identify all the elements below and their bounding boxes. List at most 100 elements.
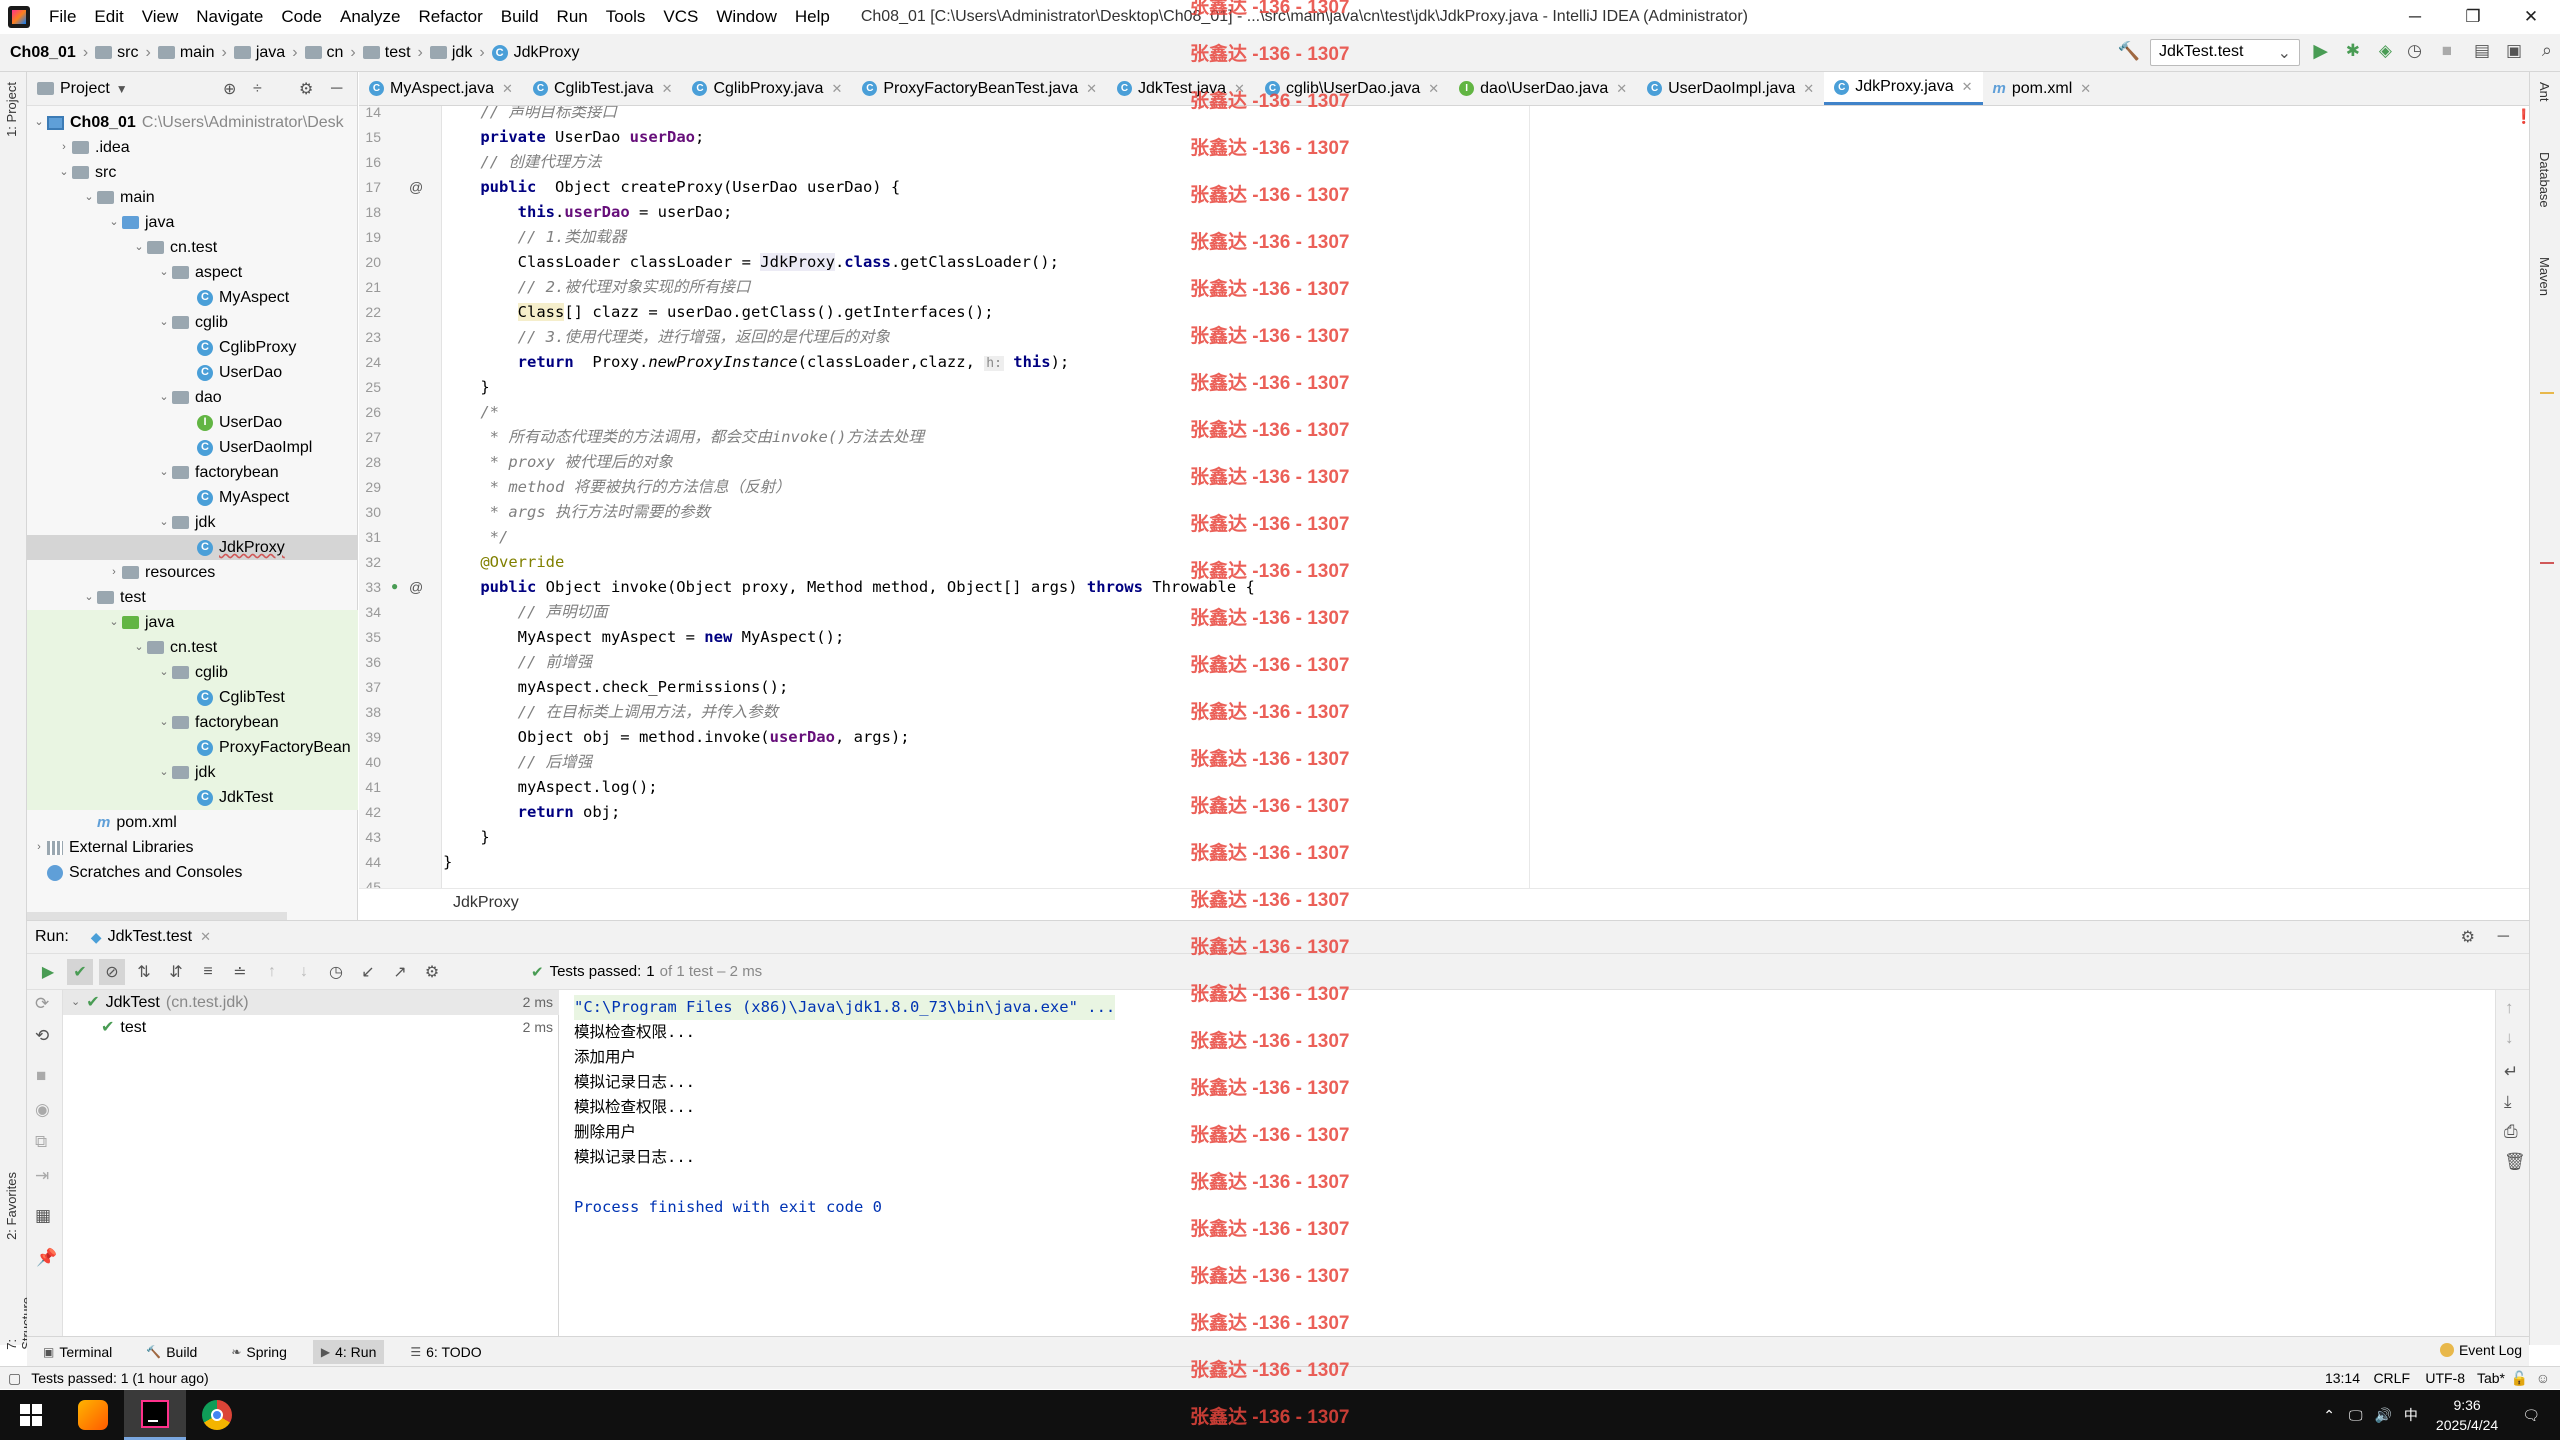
rerun-icon[interactable]: ▶ (35, 959, 61, 985)
app-launcher-icon[interactable] (62, 1390, 124, 1440)
chevron-down-icon[interactable]: ⌄ (156, 510, 172, 535)
project-panel-title[interactable]: Project (60, 80, 110, 98)
breadcrumb-item[interactable]: Ch08_01 › (10, 44, 95, 62)
close-icon[interactable]: ✕ (831, 81, 842, 97)
tree-item[interactable]: ⌄ jdk (27, 760, 358, 785)
breadcrumb-item[interactable]: src › (95, 44, 158, 62)
tab-ant[interactable]: Ant (2537, 82, 2552, 102)
tree-item[interactable]: ⌄ factorybean (27, 710, 358, 735)
tool-tab[interactable]: ▣ Terminal (35, 1340, 120, 1364)
menu-code[interactable]: Code (272, 0, 331, 34)
sort-alpha-icon[interactable]: ⇅ (131, 959, 157, 985)
run-tab[interactable]: ◆ JdkTest.test ✕ (91, 928, 211, 946)
editor-tab[interactable]: C ProxyFactoryBeanTest.java ✕ (852, 72, 1107, 105)
tree-item[interactable]: ⌄ src (27, 160, 358, 185)
ime-indicator[interactable]: 中 (2404, 1405, 2418, 1425)
close-icon[interactable]: ✕ (1428, 81, 1439, 97)
terminal-icon[interactable]: ▣ (2506, 41, 2522, 61)
close-icon[interactable]: ✕ (1616, 81, 1627, 97)
tab-project[interactable]: 1: Project (4, 82, 19, 137)
tool-tab[interactable]: 🔨 Build (138, 1340, 205, 1364)
lock-icon[interactable]: 🔓 (2511, 1370, 2528, 1387)
chevron-down-icon[interactable]: ⌄ (156, 260, 172, 285)
tree-item[interactable]: ⌄ main (27, 185, 358, 210)
stop-icon[interactable]: ■ (36, 1066, 46, 1086)
menu-edit[interactable]: Edit (85, 0, 132, 34)
collapse-all-icon[interactable]: ≐ (227, 959, 253, 985)
menu-window[interactable]: Window (707, 0, 785, 34)
tool-tab[interactable]: ▶ 4: Run (312, 1339, 385, 1364)
notification-icon[interactable]: 🗨 (2522, 1407, 2540, 1424)
project-structure-icon[interactable]: ▤ (2474, 41, 2490, 61)
chevron-down-icon[interactable]: ⌄ (31, 110, 47, 135)
menu-build[interactable]: Build (492, 0, 548, 34)
tab-database[interactable]: Database (2537, 152, 2552, 208)
caret-position[interactable]: 13:14 (2325, 1370, 2360, 1386)
horizontal-scrollbar[interactable] (27, 912, 287, 920)
indent-setting[interactable]: Tab* (2477, 1370, 2505, 1386)
chevron-down-icon[interactable]: ▼ (116, 82, 128, 96)
editor-tab[interactable]: C CglibTest.java ✕ (523, 72, 683, 105)
tree-item[interactable]: C UserDaoImpl (27, 435, 358, 460)
breadcrumb-item[interactable]: test › (362, 44, 430, 62)
stop-icon[interactable]: ■ (2442, 41, 2452, 61)
expand-all-icon[interactable]: ≡ (195, 959, 221, 985)
tree-item[interactable]: ⌄ cn.test (27, 635, 358, 660)
network-icon[interactable]: 🖵 (2349, 1407, 2363, 1424)
close-icon[interactable]: ✕ (2080, 81, 2091, 97)
chevron-right-icon[interactable]: › (31, 835, 47, 860)
menu-navigate[interactable]: Navigate (187, 0, 272, 34)
tree-item[interactable]: C MyAspect (27, 285, 358, 310)
tree-item[interactable]: m pom.xml (27, 810, 358, 835)
chevron-down-icon[interactable]: ⌄ (156, 710, 172, 735)
run-icon[interactable]: ▶ (2313, 40, 2328, 63)
tree-item[interactable]: ⌄ java (27, 210, 358, 235)
tree-item[interactable]: › resources (27, 560, 358, 585)
camera-icon[interactable]: ◉ (35, 1100, 50, 1120)
menu-analyze[interactable]: Analyze (331, 0, 409, 34)
tree-item[interactable]: C CglibProxy (27, 335, 358, 360)
exit-icon[interactable]: ⇥ (35, 1166, 49, 1186)
tree-item[interactable]: ⌄ cglib (27, 660, 358, 685)
import-icon[interactable]: ↙ (355, 959, 381, 985)
tree-item[interactable]: ⌄ jdk (27, 510, 358, 535)
next-failed-icon[interactable]: ↓ (291, 959, 317, 985)
tree-item[interactable]: ⌄ dao (27, 385, 358, 410)
hide-icon[interactable]: ─ (331, 80, 342, 98)
menu-file[interactable]: File (40, 0, 85, 34)
history-icon[interactable]: ◷ (323, 959, 349, 985)
chrome-icon[interactable] (186, 1390, 248, 1440)
scroll-to-end-icon[interactable]: ⤓ (2504, 1092, 2512, 1112)
maximize-icon[interactable]: ❐ (2444, 0, 2502, 34)
profile-icon[interactable]: ◷ (2407, 41, 2422, 61)
chevron-down-icon[interactable]: ⌄ (156, 385, 172, 410)
editor-tab[interactable]: C JdkProxy.java ✕ (1824, 72, 1983, 105)
chevron-down-icon[interactable]: ⌄ (106, 610, 122, 635)
tree-item[interactable]: › External Libraries (27, 835, 358, 860)
print-icon[interactable]: ⎙ (2504, 1122, 2518, 1142)
chevron-down-icon[interactable]: ⌄ (106, 210, 122, 235)
attach-icon[interactable]: ⧉ (35, 1132, 47, 1152)
menu-run[interactable]: Run (548, 0, 597, 34)
gear-icon[interactable]: ⚙ (299, 79, 313, 99)
chevron-down-icon[interactable]: ⌄ (56, 160, 72, 185)
layout-toggle-icon[interactable]: ▢ (8, 1370, 21, 1387)
file-encoding[interactable]: UTF-8 (2425, 1370, 2465, 1386)
chevron-down-icon[interactable]: ⌄ (156, 660, 172, 685)
collapse-all-icon[interactable]: ÷ (253, 80, 262, 98)
inspector-icon[interactable]: ☺ (2536, 1370, 2550, 1386)
locate-icon[interactable]: ⊕ (223, 79, 236, 99)
gear-icon[interactable]: ⚙ (419, 959, 445, 985)
line-separator[interactable]: CRLF (2373, 1370, 2410, 1386)
close-icon[interactable]: ✕ (1962, 79, 1973, 95)
show-passed-icon[interactable]: ✔ (67, 958, 93, 985)
build-hammer-icon[interactable]: 🔨 (2118, 41, 2140, 62)
chevron-down-icon[interactable]: ⌄ (71, 990, 80, 1015)
console-output[interactable]: "C:\Program Files (x86)\Java\jdk1.8.0_73… (560, 990, 2495, 1336)
chevron-right-icon[interactable]: › (106, 560, 122, 585)
chevron-up-icon[interactable]: ⌃ (2323, 1407, 2335, 1424)
status-message[interactable]: Tests passed: 1 (1 hour ago) (31, 1370, 208, 1386)
chevron-down-icon[interactable]: ⌄ (131, 635, 147, 660)
soft-wrap-icon[interactable]: ↵ (2504, 1062, 2518, 1082)
close-icon[interactable]: ✕ (200, 929, 211, 945)
